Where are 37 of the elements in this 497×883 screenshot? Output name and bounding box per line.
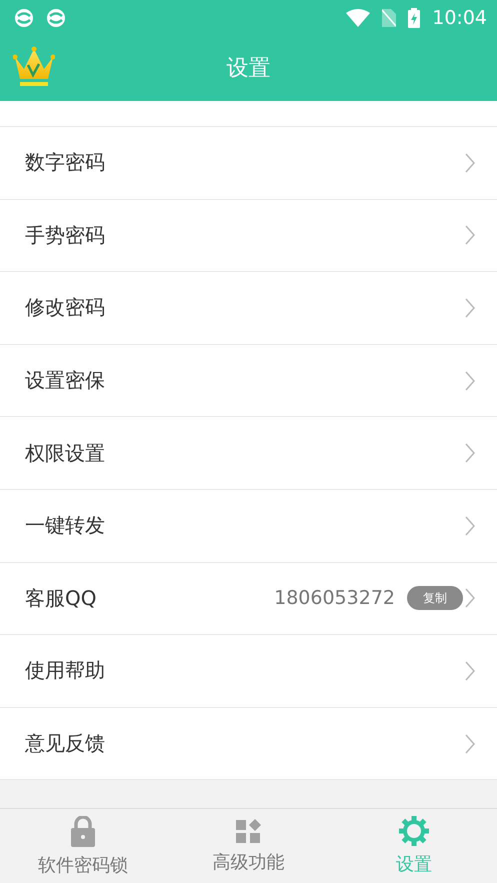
page-title: 设置 (226, 55, 270, 83)
row-label: 使用帮助 (25, 657, 106, 684)
chevron-right-icon (465, 443, 475, 464)
row-label: 客服QQ (25, 584, 98, 612)
chevron-right-icon (465, 588, 475, 608)
status-time: 10:04 (432, 6, 487, 28)
row-label: 手势密码 (25, 222, 106, 249)
no-sim-icon (382, 8, 396, 26)
tab-label: 高级功能 (212, 850, 284, 874)
battery-icon (408, 8, 420, 28)
settings-row[interactable]: 客服QQ 1806053272 复制 (0, 562, 497, 636)
row-label: 数字密码 (25, 149, 106, 176)
wifi-icon (346, 8, 370, 26)
sync-icon (14, 8, 34, 28)
apps-icon (236, 818, 261, 844)
chevron-right-icon (465, 734, 475, 754)
tab[interactable]: 高级功能 (166, 809, 332, 883)
chevron-right-icon (465, 516, 475, 536)
settings-row[interactable]: 手势密码 (0, 200, 497, 272)
row-label: 权限设置 (25, 440, 106, 467)
chevron-right-icon (465, 152, 475, 173)
tab-label: 软件密码锁 (38, 854, 128, 876)
tab-label: 设置 (396, 853, 432, 876)
qq-number: 1806053272 (274, 587, 395, 610)
crown-icon (13, 45, 55, 89)
chevron-right-icon (465, 225, 475, 246)
sync-icon (46, 8, 66, 28)
row-label: 设置密保 (25, 367, 106, 394)
row-label: 修改密码 (25, 294, 106, 322)
gear-icon (399, 816, 430, 846)
row-label: 一键转发 (25, 512, 106, 540)
tab[interactable]: 软件密码锁 (0, 809, 166, 883)
chevron-right-icon (465, 298, 475, 318)
chevron-right-icon (465, 660, 475, 681)
row-label: 意见反馈 (25, 730, 106, 758)
lock-icon (70, 816, 95, 846)
chevron-right-icon (465, 370, 475, 391)
